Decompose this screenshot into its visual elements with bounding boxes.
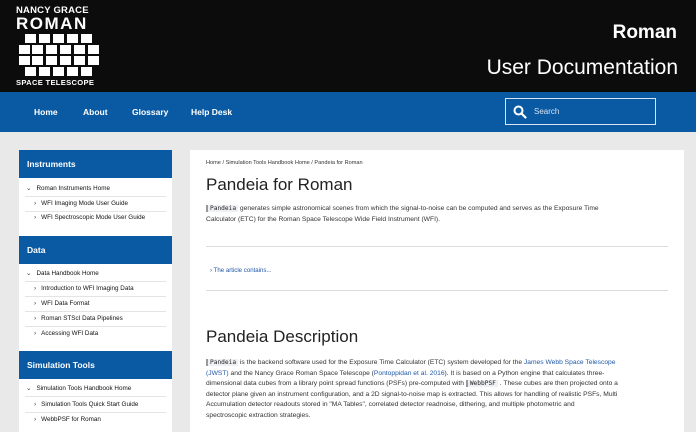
desc-text: is the backend software used for the Exp… [238, 359, 524, 366]
divider [25, 326, 166, 327]
divider [25, 296, 166, 297]
intro-text-1: generates simple astronomical scenes fro… [238, 205, 599, 212]
desc-text: spectroscopic extraction strategies. [206, 411, 311, 419]
nav-help-desk[interactable]: Help Desk [191, 92, 232, 132]
chevron-down-icon: ⌄ [26, 385, 32, 392]
desc-text: dimensional data cubes from a library po… [206, 380, 466, 387]
chevron-right-icon: › [34, 315, 37, 322]
site-title: Roman [612, 22, 677, 43]
chevron-right-icon: › [34, 416, 37, 423]
search-box[interactable]: Search [505, 98, 656, 125]
sidebar-item-wfi-data-format[interactable]: › WFI Data Format [34, 300, 89, 307]
divider [25, 281, 166, 282]
divider [25, 311, 166, 312]
sidebar-item-label: WFI Imaging Mode User Guide [41, 200, 128, 207]
chevron-down-icon: ⌄ [26, 270, 32, 277]
desc-text: . These cubes are then projected onto a [497, 380, 618, 387]
site-subtitle: User Documentation [486, 56, 678, 79]
divider [206, 246, 668, 247]
contains-label: The article contains... [213, 267, 272, 274]
chevron-right-icon: › [34, 401, 37, 408]
sidebar-heading-data[interactable]: Data [19, 236, 172, 264]
chevron-down-icon: ⌄ [26, 185, 32, 192]
breadcrumb[interactable]: Home / Simulation Tools Handbook Home / … [206, 160, 363, 166]
search-input[interactable]: Search [534, 99, 559, 124]
chevron-right-icon: › [34, 214, 37, 221]
chevron-right-icon: › [34, 200, 37, 207]
chevron-right-icon: › [34, 285, 37, 292]
sidebar-item-label: Accessing WFI Data [41, 330, 99, 337]
logo-line3: SPACE TELESCOPE [16, 78, 95, 87]
sidebar-item-label: Roman STScI Data Pipelines [41, 315, 123, 322]
sidebar-heading-instruments[interactable]: Instruments [19, 150, 172, 178]
sidebar-item-intro-wfi-imaging-data[interactable]: › Introduction to WFI Imaging Data [34, 285, 134, 292]
sidebar-item-instruments-home[interactable]: ⌄ Roman Instruments Home [26, 184, 110, 192]
sidebar-item-quick-start[interactable]: › Simulation Tools Quick Start Guide [34, 401, 138, 408]
desc-text: and the Nancy Grace Roman Space Telescop… [228, 369, 374, 377]
intro-text-2: Calculator (ETC) for the Roman Space Tel… [206, 215, 441, 223]
divider [206, 290, 668, 291]
logo-line2: ROMAN [16, 14, 88, 33]
sidebar-item-data-home[interactable]: ⌄ Data Handbook Home [26, 269, 99, 277]
sidebar-item-label: WFI Data Format [41, 300, 90, 307]
chevron-right-icon: › [210, 267, 213, 274]
desc-text: detector plane given an instrument confi… [206, 390, 618, 398]
sidebar-item-stsci-pipelines[interactable]: › Roman STScI Data Pipelines [34, 315, 123, 322]
sidebar-heading-simulation-tools[interactable]: Simulation Tools [19, 351, 172, 379]
sidebar-item-label: Simulation Tools Quick Start Guide [41, 401, 139, 408]
code-pandeia: Pandeia [206, 205, 239, 212]
sidebar-item-label: Introduction to WFI Imaging Data [41, 285, 134, 292]
description-paragraph: Pandeia is the backend software used for… [206, 358, 672, 421]
sidebar: Instruments ⌄ Roman Instruments Home › WFI… [19, 150, 172, 432]
sidebar-item-label: Roman Instruments Home [36, 185, 110, 192]
nav-about[interactable]: About [83, 92, 108, 132]
page-title: Pandeia for Roman [206, 175, 353, 194]
jwst-link[interactable]: James Webb Space Telescope [524, 359, 616, 366]
site-header: NANCY GRACE ROMAN SPACE TELESCOPE Roman … [0, 0, 696, 92]
sidebar-item-wfi-spectroscopic[interactable]: › WFI Spectroscopic Mode User Guide [34, 214, 145, 221]
chevron-right-icon: › [34, 300, 37, 307]
roman-logo[interactable]: NANCY GRACE ROMAN SPACE TELESCOPE [16, 5, 102, 89]
nav-glossary[interactable]: Glossary [132, 92, 168, 132]
sidebar-item-simtools-home[interactable]: ⌄ Simulation Tools Handbook Home [26, 384, 131, 392]
logo-grid-icon [19, 34, 99, 76]
divider [25, 396, 166, 397]
divider [25, 196, 166, 197]
sidebar-item-accessing-wfi-data[interactable]: › Accessing WFI Data [34, 330, 98, 337]
intro-paragraph: Pandeia generates simple astronomical sc… [206, 204, 672, 225]
divider [25, 412, 166, 413]
article-contains-toggle[interactable]: › The article contains... [210, 267, 272, 274]
sidebar-item-label: WFI Spectroscopic Mode User Guide [41, 214, 146, 221]
sidebar-item-label: Simulation Tools Handbook Home [36, 385, 132, 392]
search-icon [513, 105, 527, 119]
nav-home[interactable]: Home [34, 92, 58, 132]
desc-text: Accumulation detector readouts stored in… [206, 401, 575, 408]
desc-text: ). It is based on a Python engine that c… [444, 369, 605, 377]
pontoppidan-link[interactable]: Pontoppidan et al. 2016 [374, 370, 445, 377]
jwst-abbrev-link[interactable]: (JWST) [206, 370, 229, 377]
sidebar-item-wfi-imaging[interactable]: › WFI Imaging Mode User Guide [34, 200, 128, 207]
divider [25, 211, 166, 212]
main-content: Home / Simulation Tools Handbook Home / … [190, 150, 684, 432]
sidebar-item-label: WebbPSF for Roman [41, 416, 101, 423]
sidebar-item-webbpsf[interactable]: › WebbPSF for Roman [34, 416, 101, 423]
section-title: Pandeia Description [206, 327, 359, 346]
sidebar-item-label: Data Handbook Home [36, 270, 99, 277]
code-webbpsf: WebbPSF [465, 380, 498, 387]
chevron-right-icon: › [34, 330, 37, 337]
code-pandeia: Pandeia [206, 359, 239, 366]
